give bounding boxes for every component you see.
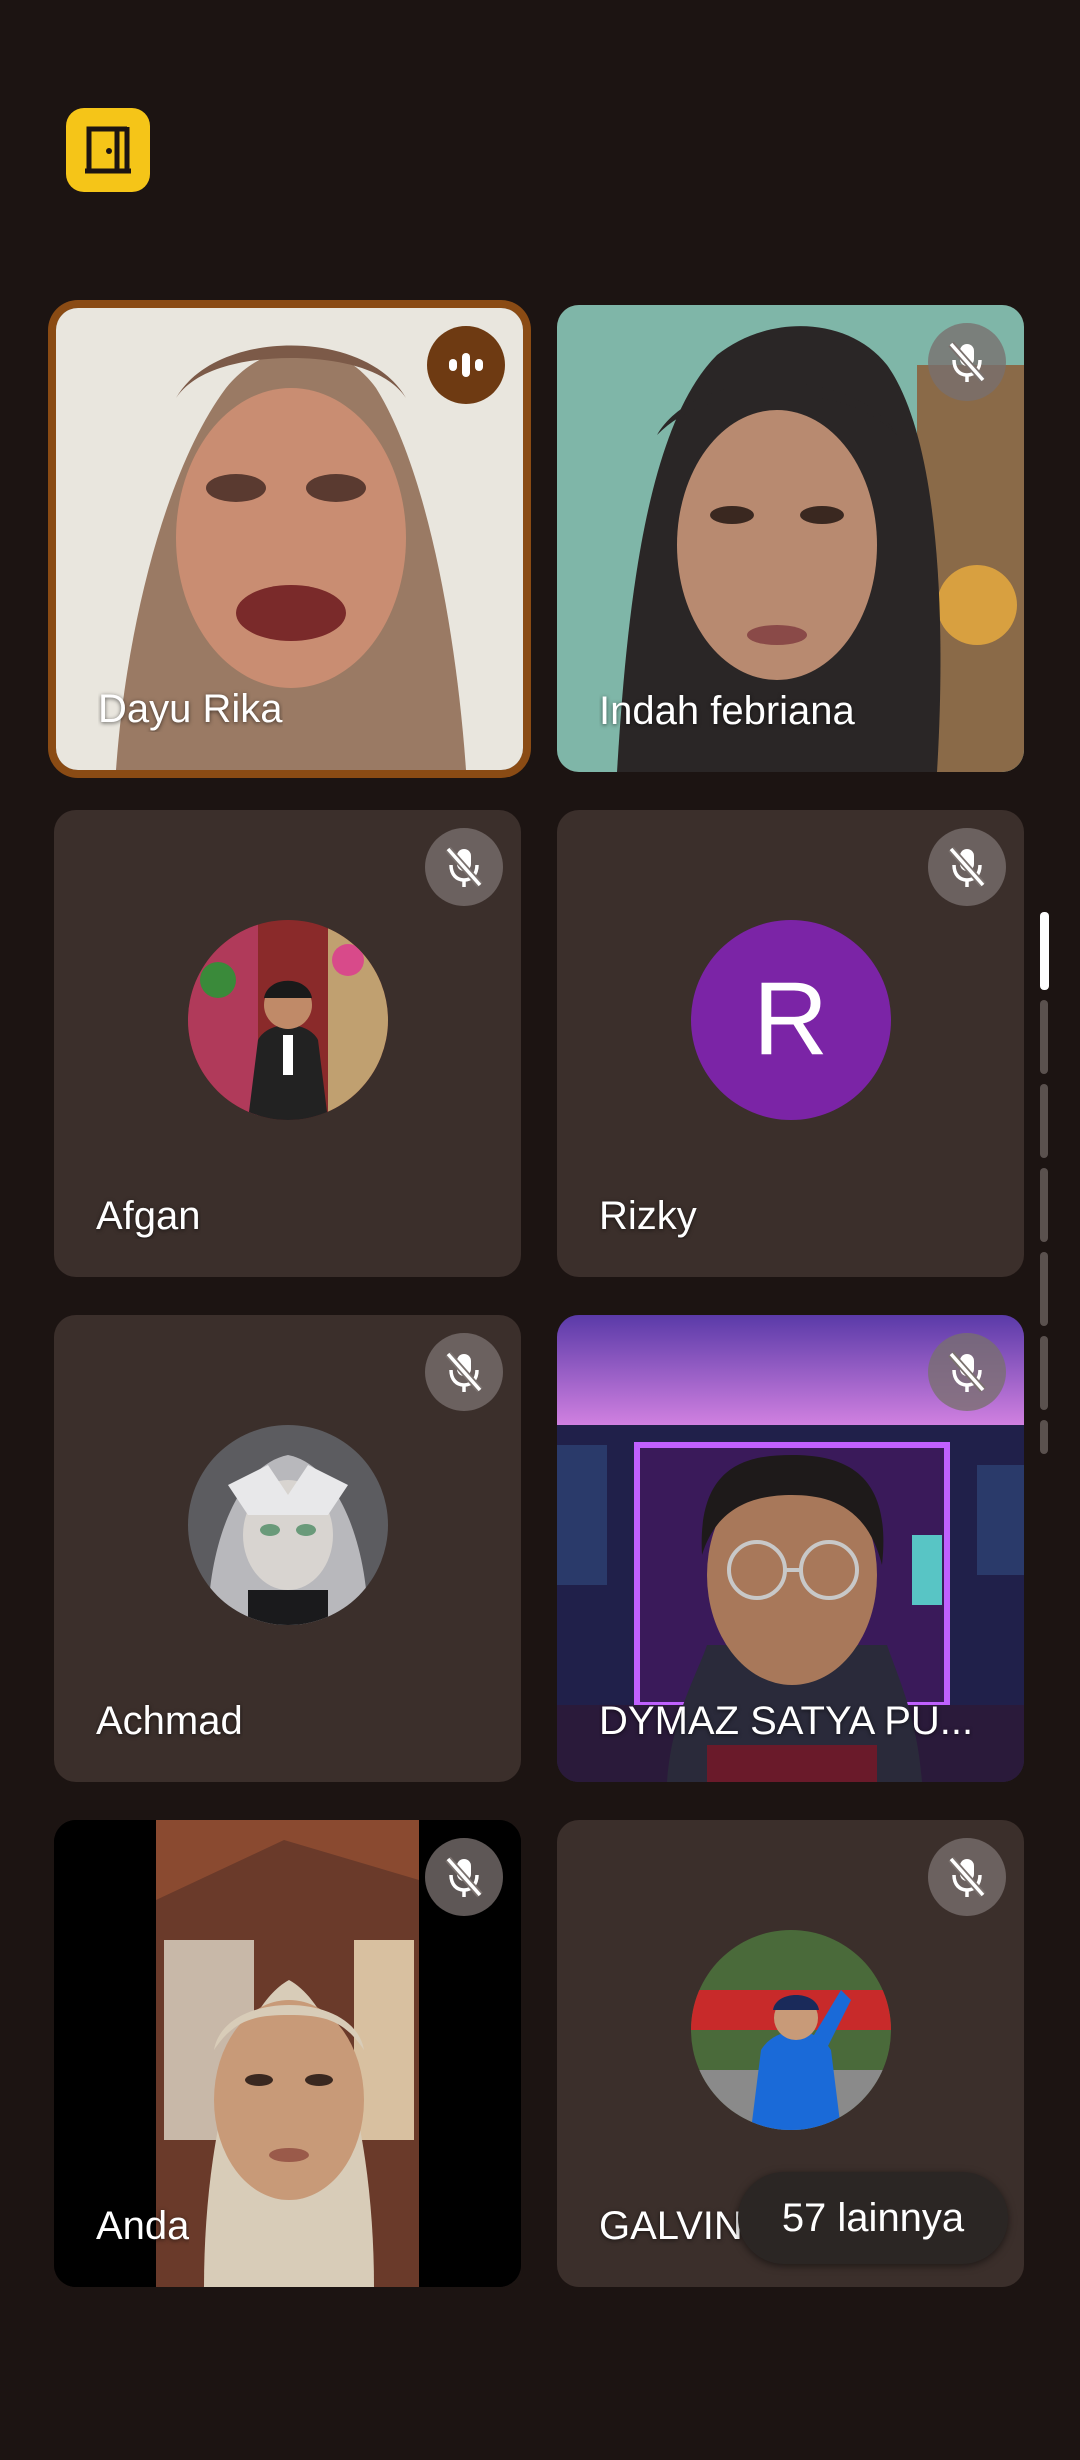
participant-tile-achmad[interactable]: Achmad [54,1315,521,1782]
participant-name: Afgan [96,1194,201,1238]
participant-name: DYMAZ SATYA PU... [599,1699,974,1743]
participant-name: GALVIN [599,2204,743,2248]
scroll-page-indicator [1040,1084,1048,1158]
mic-off-icon [948,1856,986,1898]
mic-off-icon [445,1351,483,1393]
muted-indicator [425,1333,503,1411]
participant-name: Dayu Rika [98,687,283,731]
mic-off-icon [445,1856,483,1898]
muted-indicator [425,828,503,906]
more-participants-button[interactable]: 57 lainnya [738,2172,1008,2264]
participant-tile-rizky[interactable]: R Rizky [557,810,1024,1277]
avatar [187,1424,388,1625]
participant-tile-dayu-rika[interactable]: Dayu Rika [56,308,523,770]
mic-off-icon [445,846,483,888]
scroll-page-indicator [1040,1000,1048,1074]
scroll-page-indicator [1040,1420,1048,1454]
participant-tile-anda[interactable]: Anda [54,1820,521,2287]
muted-indicator [928,323,1006,401]
mic-off-icon [948,846,986,888]
participant-tile-afgan[interactable]: Afgan [54,810,521,1277]
muted-indicator [928,828,1006,906]
scroll-page-indicator [1040,1168,1048,1242]
avatar [187,919,388,1120]
participant-name: Achmad [96,1699,243,1743]
scroll-page-indicator [1040,1336,1048,1410]
participant-name: Rizky [599,1194,697,1238]
scroll-thumb[interactable] [1040,912,1049,990]
mic-off-icon [948,1351,986,1393]
door-exit-icon [85,126,131,174]
participant-tile-indah-febriana[interactable]: Indah febriana [557,305,1024,772]
avatar-letter: R [690,919,891,1120]
speaking-indicator [427,326,505,404]
participant-name: Indah febriana [599,689,855,733]
participant-tile-dymaz-satya[interactable]: DYMAZ SATYA PU... [557,1315,1024,1782]
avatar [690,1929,891,2130]
muted-indicator [928,1838,1006,1916]
scroll-page-indicator [1040,1252,1048,1326]
audio-wave-icon [449,353,483,377]
muted-indicator [425,1838,503,1916]
meeting-screen: Dayu Rika Indah febriana Afgan R Rizky A… [0,0,1080,2460]
mic-off-icon [948,341,986,383]
leave-call-button[interactable] [66,108,150,192]
participant-name: Anda [96,2204,190,2248]
muted-indicator [928,1333,1006,1411]
